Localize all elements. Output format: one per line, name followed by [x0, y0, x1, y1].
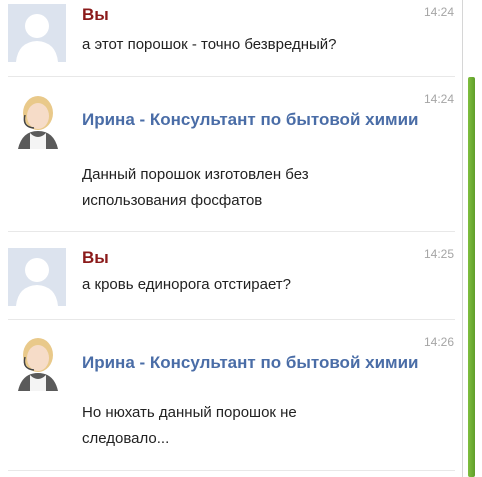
- default-avatar-icon: [8, 4, 66, 62]
- message-user: Вы 14:24 а этот порошок - точно безвредн…: [0, 0, 460, 76]
- message-time: 14:26: [423, 335, 454, 349]
- consultant-avatar-icon: [8, 91, 66, 149]
- message-text: а этот порошок - точно безвредный?: [82, 36, 337, 53]
- sender-name: Ирина - Консультант по бытовой химии: [82, 110, 419, 129]
- message-consultant: Ирина - Консультант по бытовой химии 14:…: [0, 320, 460, 470]
- chat-log: Вы 14:24 а этот порошок - точно безвредн…: [0, 0, 460, 477]
- sender-name: Вы: [82, 248, 109, 267]
- sender-name: Вы: [82, 5, 109, 24]
- message-text: Но нюхать данный порошок не: [82, 404, 297, 421]
- consultant-avatar-icon: [8, 333, 66, 391]
- message-consultant: Ирина - Консультант по бытовой химии 14:…: [0, 77, 460, 230]
- message-time: 14:24: [423, 5, 454, 19]
- message-text: использования фосфатов: [82, 192, 263, 209]
- divider: [8, 470, 455, 471]
- message-time: 14:25: [423, 247, 454, 261]
- message-time: 14:24: [423, 92, 454, 106]
- message-text: следовало...: [82, 430, 170, 447]
- scrollbar-thumb[interactable]: [468, 77, 475, 477]
- message-user: Вы 14:25 а кровь единорога отстирает?: [0, 232, 460, 318]
- default-avatar-icon: [8, 248, 66, 306]
- sender-name: Ирина - Консультант по бытовой химии: [82, 353, 419, 372]
- message-text: а кровь единорога отстирает?: [82, 276, 292, 293]
- message-text: Данный порошок изготовлен без: [82, 166, 309, 183]
